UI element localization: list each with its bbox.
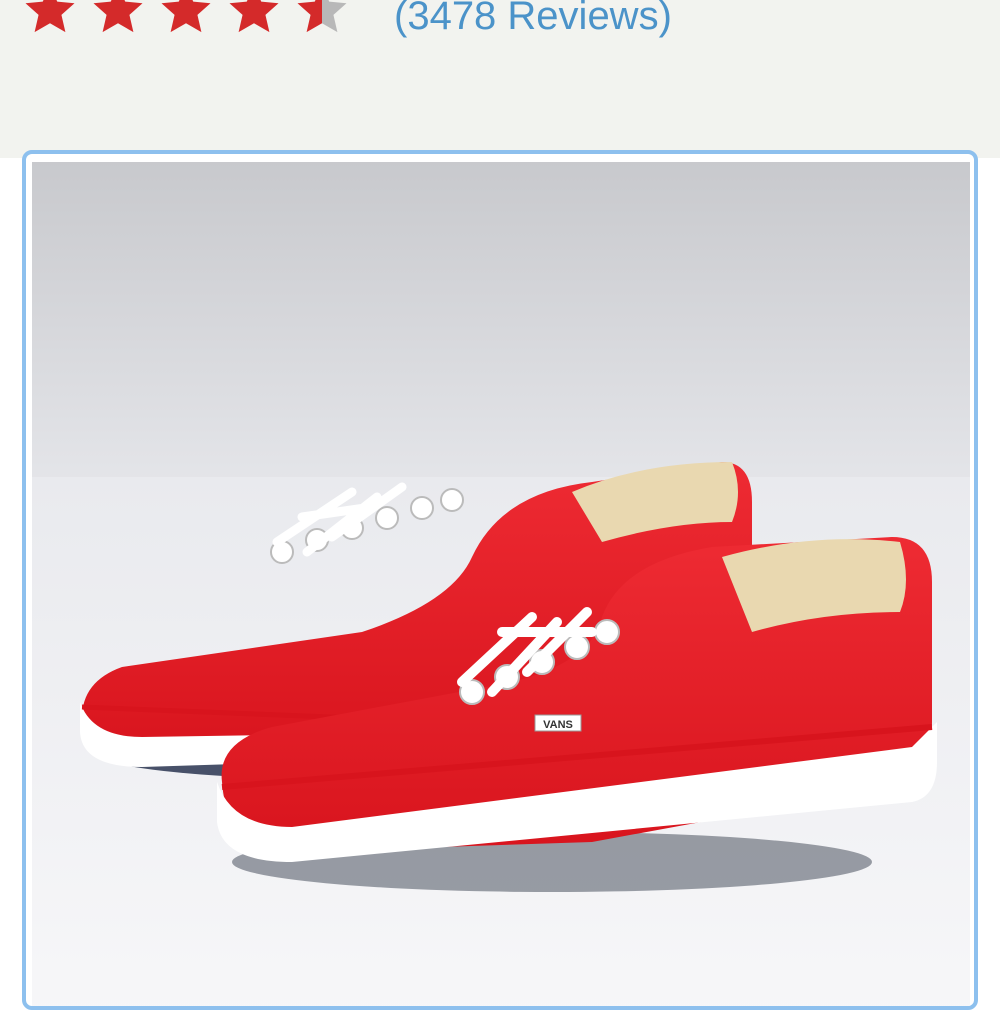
brand-tag: VANS (543, 719, 573, 731)
star-icon (229, 0, 279, 33)
product-photo: VANS (32, 162, 970, 1006)
star-rating (22, 0, 362, 42)
reviews-count-link[interactable]: (3478 Reviews) (394, 0, 672, 44)
product-image-frame[interactable]: VANS (22, 150, 978, 1010)
rating-header: (3478 Reviews) (0, 0, 1000, 158)
star-icon (25, 0, 75, 33)
red-sneakers-photo: VANS (32, 162, 970, 1006)
half-star-icon (297, 0, 347, 33)
star-icon (161, 0, 211, 33)
star-icon (93, 0, 143, 33)
